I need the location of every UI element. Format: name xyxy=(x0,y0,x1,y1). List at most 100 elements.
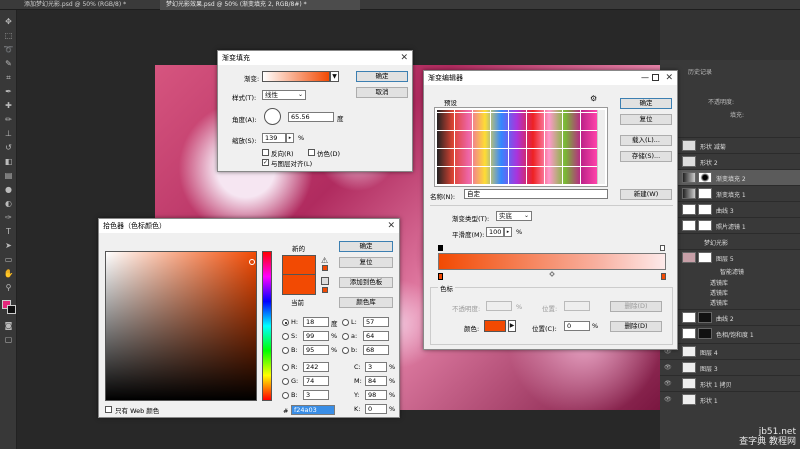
s-radio[interactable] xyxy=(282,333,289,340)
history-brush-icon[interactable]: ↺ xyxy=(3,142,14,153)
stamp-tool-icon[interactable]: ⊥ xyxy=(3,128,14,139)
gradient-type-select[interactable]: 实底 ⌄ xyxy=(496,211,532,221)
lb-input[interactable]: 68 xyxy=(363,345,389,355)
close-icon[interactable]: ✕ xyxy=(387,219,395,233)
background-color-swatch[interactable] xyxy=(7,305,16,314)
load-button[interactable]: 载入(L)... xyxy=(620,135,672,146)
reverse-checkbox[interactable] xyxy=(262,149,269,156)
stop-color-location-input[interactable]: 0 xyxy=(564,321,590,331)
document-tab[interactable]: 添加梦幻光影.psd @ 50% (RGB/8) * xyxy=(18,0,158,10)
layer-mask[interactable] xyxy=(698,188,712,199)
path-select-icon[interactable]: ➤ xyxy=(3,240,14,251)
document-tab-active[interactable]: 梦幻光影效果.psd @ 50% (渐变填充 2, RGB/8#) * xyxy=(160,0,360,10)
opacity-stop-right[interactable] xyxy=(660,245,665,251)
preset-swatches[interactable] xyxy=(437,110,597,184)
layer-row[interactable]: 👁色相/饱和度 1 xyxy=(660,325,800,341)
ok-button[interactable]: 确定 xyxy=(620,98,672,109)
eraser-icon[interactable]: ◧ xyxy=(3,156,14,167)
stop-location-input[interactable] xyxy=(564,301,590,311)
g-radio[interactable] xyxy=(282,378,289,385)
a-input[interactable]: 64 xyxy=(363,331,389,341)
gradient-bar[interactable] xyxy=(438,253,666,270)
color-stop-left[interactable] xyxy=(438,273,443,280)
close-icon[interactable]: ✕ xyxy=(665,71,673,85)
delete-color-stop-button[interactable]: 删除(D) xyxy=(610,321,662,332)
history-tab[interactable]: 历史记录 xyxy=(688,67,712,76)
color-libraries-button[interactable]: 颜色库 xyxy=(339,297,393,308)
s-input[interactable]: 99 xyxy=(303,331,329,341)
h-radio[interactable] xyxy=(282,319,289,326)
h-input[interactable]: 18 xyxy=(303,317,329,327)
filter-row[interactable]: 透镜库 xyxy=(660,297,800,307)
gear-icon[interactable]: ⚙ xyxy=(590,94,597,103)
eye-icon[interactable]: 👁 xyxy=(664,380,672,388)
maximize-icon[interactable] xyxy=(652,74,659,81)
r-radio[interactable] xyxy=(282,364,289,371)
blur-tool-icon[interactable]: ● xyxy=(3,184,14,195)
gradient-tool-icon[interactable]: ▤ xyxy=(3,170,14,181)
eyedropper-icon[interactable]: ✒ xyxy=(3,86,14,97)
k-input[interactable]: 0 xyxy=(365,404,387,414)
layer-row[interactable]: 👁 图层 3 xyxy=(660,359,800,375)
reset-button[interactable]: 复位 xyxy=(339,257,393,268)
align-checkbox[interactable]: ✓ xyxy=(262,159,269,166)
layer-mask[interactable] xyxy=(698,328,712,339)
delete-opacity-stop-button[interactable]: 删除(D) xyxy=(610,301,662,312)
layer-row[interactable]: 👁 形状 1 拷贝 xyxy=(660,375,800,391)
shape-tool-icon[interactable]: ▭ xyxy=(3,254,14,265)
presets-grid[interactable] xyxy=(434,107,608,187)
a-radio[interactable] xyxy=(342,333,349,340)
move-tool-icon[interactable]: ✥ xyxy=(3,16,14,27)
brush-tool-icon[interactable]: ✏ xyxy=(3,114,14,125)
hue-slider[interactable] xyxy=(262,251,272,401)
hex-input[interactable]: f24a03 xyxy=(291,405,335,415)
quick-mask-icon[interactable]: ◙ xyxy=(3,320,14,331)
layer-row[interactable]: 👁曲线 2 xyxy=(660,309,800,325)
smoothness-input[interactable]: 100 xyxy=(486,227,504,237)
add-to-swatches-button[interactable]: 添加到色板 xyxy=(339,277,393,288)
hand-tool-icon[interactable]: ✋ xyxy=(3,268,14,279)
save-button[interactable]: 存储(S)... xyxy=(620,151,672,162)
layer-row[interactable]: 👁形状 减菊 xyxy=(660,137,800,153)
bb-input[interactable]: 3 xyxy=(303,390,329,400)
g-input[interactable]: 74 xyxy=(303,376,329,386)
angle-dial[interactable] xyxy=(264,108,281,125)
smoothness-stepper-icon[interactable]: ▸ xyxy=(504,227,512,237)
stop-opacity-input[interactable] xyxy=(486,301,512,311)
current-color-swatch[interactable] xyxy=(282,275,316,295)
web-swatch[interactable] xyxy=(322,287,328,293)
r-input[interactable]: 242 xyxy=(303,362,329,372)
layer-row[interactable]: 👁渐变填充 1 xyxy=(660,185,800,201)
stop-color-swatch[interactable] xyxy=(484,320,506,332)
crop-tool-icon[interactable]: ⌗ xyxy=(3,72,14,83)
color-stop-right[interactable] xyxy=(661,273,666,280)
lasso-tool-icon[interactable]: ➰ xyxy=(3,44,14,55)
filter-row[interactable]: 透镜库 xyxy=(660,287,800,297)
layer-mask[interactable] xyxy=(698,220,712,231)
style-select[interactable]: 线性 ⌄ xyxy=(262,90,306,100)
dodge-tool-icon[interactable]: ◐ xyxy=(3,198,14,209)
layer-mask[interactable] xyxy=(698,252,712,263)
m-input[interactable]: 84 xyxy=(365,376,387,386)
layer-row[interactable]: 👁形状 2 xyxy=(660,153,800,169)
minimize-icon[interactable]: — xyxy=(641,71,649,85)
presets-scrollbar[interactable] xyxy=(597,110,605,184)
quick-select-icon[interactable]: ✎ xyxy=(3,58,14,69)
midpoint-diamond[interactable] xyxy=(549,271,555,277)
name-input[interactable]: 自定 xyxy=(464,189,608,199)
scale-input[interactable]: 139 xyxy=(262,133,286,143)
ok-button[interactable]: 确定 xyxy=(339,241,393,252)
filter-row[interactable]: 透镜库 xyxy=(660,277,800,287)
web-only-checkbox[interactable] xyxy=(105,406,112,413)
eye-icon[interactable]: 👁 xyxy=(664,364,672,372)
angle-input[interactable]: 65.56 xyxy=(288,112,334,122)
saturation-brightness-field[interactable] xyxy=(105,251,257,401)
reset-button[interactable]: 复位 xyxy=(620,114,672,125)
layer-row[interactable]: 👁 图层 4 xyxy=(660,343,800,359)
lb-radio[interactable] xyxy=(342,347,349,354)
layer-row[interactable]: 👁 形状 1 xyxy=(660,391,800,407)
warning-icon[interactable]: ⚠ xyxy=(321,256,328,265)
layer-mask[interactable] xyxy=(698,312,712,323)
bb-radio[interactable] xyxy=(282,392,289,399)
b-input[interactable]: 95 xyxy=(303,345,329,355)
